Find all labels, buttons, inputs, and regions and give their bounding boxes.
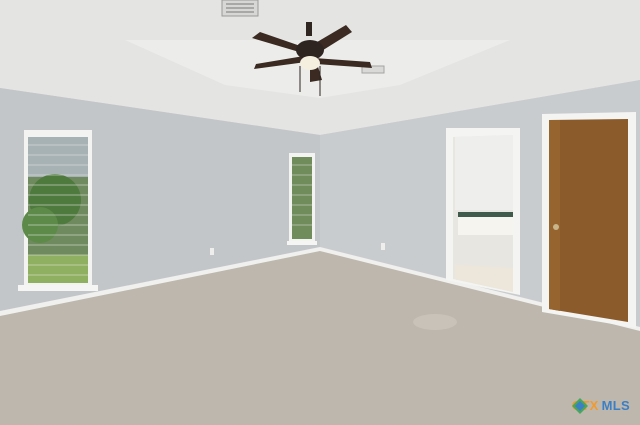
wall-outlet-left — [210, 248, 214, 255]
room-photo: CTXMLS — [0, 0, 640, 425]
room-illustration — [0, 0, 640, 425]
middle-window — [287, 153, 317, 245]
carpet-stain — [413, 314, 457, 330]
left-window — [18, 130, 98, 291]
closet-door — [542, 112, 636, 328]
watermark-brand-mls: MLS — [601, 398, 630, 413]
ctxmls-logo-icon — [571, 398, 588, 414]
bathroom-doorway — [446, 128, 520, 295]
wall-outlet-right — [381, 243, 385, 250]
ctxmls-watermark: CTXMLS — [571, 398, 630, 414]
door-knob — [553, 224, 559, 230]
